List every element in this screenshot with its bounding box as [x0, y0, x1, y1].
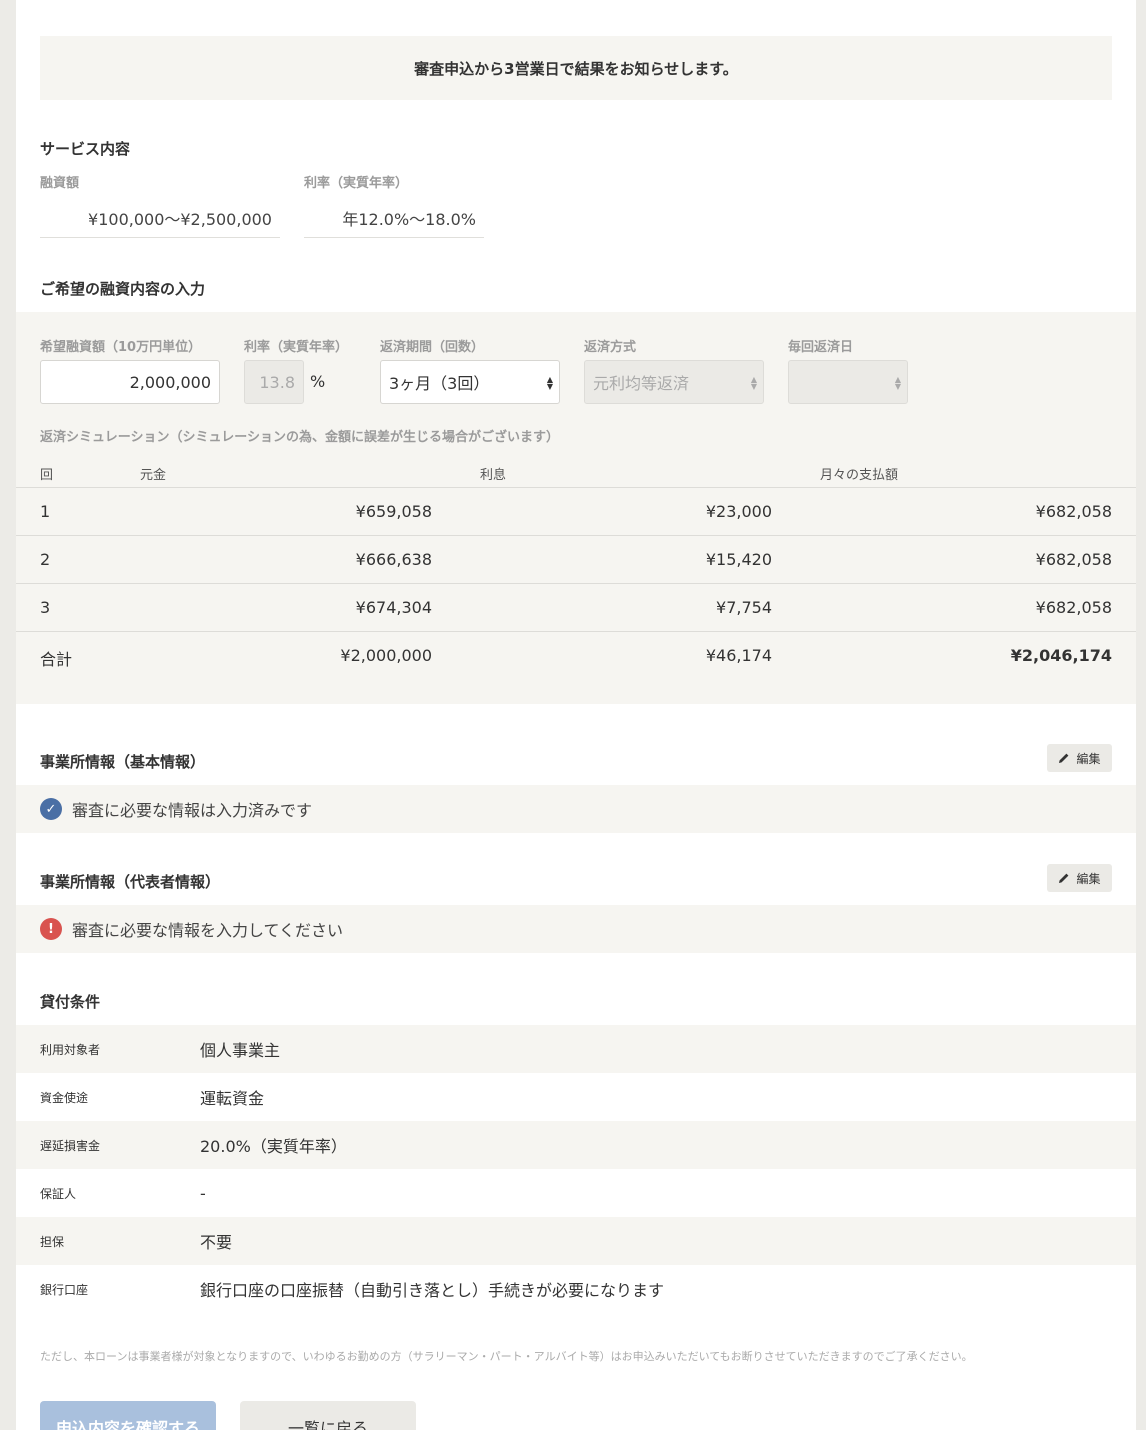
condition-key: 担保 — [40, 1234, 65, 1249]
condition-row: 利用対象者 個人事業主 — [16, 1025, 1136, 1073]
col-header-number: 回 — [40, 468, 54, 483]
cell-interest: ¥15,420 — [705, 550, 772, 569]
cell-monthly: ¥682,058 — [1035, 598, 1112, 617]
cell-principal: ¥659,058 — [355, 502, 432, 521]
col-header-principal: 元金 — [140, 468, 167, 483]
rate-unit: % — [310, 372, 326, 391]
repayment-day-select: ▲ ▼ — [788, 360, 908, 404]
notice-banner: 審査申込から3営業日で結果をお知らせします。 — [40, 36, 1112, 100]
table-row: 2 ¥666,638 ¥15,420 ¥682,058 — [16, 535, 1136, 583]
table-total-row: 合計 ¥2,000,000 ¥46,174 ¥2,046,174 — [16, 631, 1136, 679]
rate-label: 利率（実質年率） — [304, 176, 409, 191]
condition-value: 個人事業主 — [200, 1041, 281, 1060]
select-arrows-icon: ▲ ▼ — [546, 375, 553, 391]
rate-input-value: 13.8 — [259, 372, 295, 392]
confirm-application-button[interactable]: 申込内容を確認する — [40, 1401, 216, 1430]
period-label: 返済期間（回数） — [380, 340, 485, 355]
desired-amount-value: 2,000,000 — [129, 372, 211, 392]
rate-range: 年12.0%〜18.0% — [304, 198, 484, 238]
method-select-value: 元利均等返済 — [593, 374, 690, 393]
input-rate-label: 利率（実質年率） — [244, 340, 349, 355]
condition-value: - — [200, 1183, 206, 1203]
input-section-title: ご希望の融資内容の入力 — [40, 280, 206, 298]
edit-rep-button[interactable]: 編集 — [1047, 864, 1112, 892]
edit-basic-label: 編集 — [1076, 751, 1101, 766]
condition-row: 保証人 - — [16, 1169, 1136, 1217]
edit-basic-button[interactable]: 編集 — [1047, 744, 1112, 772]
method-select: 元利均等返済 ▲ ▼ — [584, 360, 764, 404]
rep-status-text: 審査に必要な情報を入力してください — [72, 921, 344, 940]
cell-principal: ¥674,304 — [355, 598, 432, 617]
condition-row: 担保 不要 — [16, 1217, 1136, 1265]
cell-interest: ¥7,754 — [716, 598, 772, 617]
conditions-title: 貸付条件 — [40, 993, 101, 1011]
condition-key: 保証人 — [40, 1186, 77, 1201]
rate-input: 13.8 — [244, 360, 304, 404]
col-header-interest: 利息 — [480, 468, 507, 483]
loan-application-page: 審査申込から3営業日で結果をお知らせします。 サービス内容 融資額 ¥100,0… — [16, 0, 1136, 1430]
pencil-icon — [1059, 873, 1069, 883]
condition-value: 銀行口座の口座振替（自動引き落とし）手続きが必要になります — [200, 1281, 665, 1300]
select-arrows-icon: ▲ ▼ — [750, 375, 757, 391]
col-header-monthly: 月々の支払額 — [820, 468, 899, 483]
footnote-text: ただし、本ローンは事業者様が対象となりますので、いわゆるお勤めの方（サラリーマン… — [40, 1350, 973, 1363]
repayment-day-label: 毎回返済日 — [788, 340, 854, 355]
desired-amount-label: 希望融資額（10万円単位） — [40, 340, 202, 355]
period-select-value: 3ヶ月（3回） — [389, 374, 490, 393]
alert-circle-icon: ! — [40, 918, 62, 940]
condition-value: 不要 — [200, 1233, 233, 1252]
condition-key: 利用対象者 — [40, 1042, 101, 1057]
cell-number: 3 — [40, 598, 51, 617]
condition-key: 遅延損害金 — [40, 1138, 101, 1153]
table-row: 1 ¥659,058 ¥23,000 ¥682,058 — [16, 487, 1136, 535]
basic-status-row: ✓ 審査に必要な情報は入力済みです — [16, 785, 1136, 833]
condition-value: 20.0%（実質年率） — [200, 1137, 347, 1156]
cell-total-principal: ¥2,000,000 — [340, 646, 432, 665]
condition-key: 資金使途 — [40, 1090, 89, 1105]
condition-key: 銀行口座 — [40, 1282, 89, 1297]
service-section-title: サービス内容 — [40, 140, 131, 158]
loan-amount-label: 融資額 — [40, 176, 80, 191]
office-basic-title: 事業所情報（基本情報） — [40, 753, 206, 771]
pencil-icon — [1059, 753, 1069, 763]
cell-monthly: ¥682,058 — [1035, 550, 1112, 569]
basic-status-text: 審査に必要な情報は入力済みです — [72, 801, 313, 820]
loan-amount-range: ¥100,000〜¥2,500,000 — [40, 198, 280, 238]
cell-number: 2 — [40, 550, 51, 569]
table-row: 3 ¥674,304 ¥7,754 ¥682,058 — [16, 583, 1136, 631]
confirm-button-label: 申込内容を確認する — [55, 1419, 200, 1430]
cell-principal: ¥666,638 — [355, 550, 432, 569]
edit-rep-label: 編集 — [1076, 871, 1101, 886]
cell-total-payment: ¥2,046,174 — [1010, 646, 1112, 665]
condition-row: 資金使途 運転資金 — [16, 1073, 1136, 1121]
method-label: 返済方式 — [584, 340, 637, 355]
back-to-list-button[interactable]: 一覧に戻る — [240, 1401, 416, 1430]
back-button-label: 一覧に戻る — [287, 1419, 368, 1430]
desired-amount-input[interactable]: 2,000,000 — [40, 360, 220, 404]
rep-status-row: ! 審査に必要な情報を入力してください — [16, 905, 1136, 953]
cell-interest: ¥23,000 — [705, 502, 772, 521]
cell-total-interest: ¥46,174 — [705, 646, 772, 665]
cell-monthly: ¥682,058 — [1035, 502, 1112, 521]
condition-value: 運転資金 — [200, 1089, 265, 1108]
check-circle-icon: ✓ — [40, 798, 62, 820]
condition-row: 遅延損害金 20.0%（実質年率） — [16, 1121, 1136, 1169]
cell-number: 1 — [40, 502, 51, 521]
office-rep-title: 事業所情報（代表者情報） — [40, 873, 221, 891]
cell-total-label: 合計 — [40, 650, 73, 669]
select-arrows-icon: ▲ ▼ — [894, 375, 901, 391]
period-select[interactable]: 3ヶ月（3回） ▲ ▼ — [380, 360, 560, 404]
condition-row: 銀行口座 銀行口座の口座振替（自動引き落とし）手続きが必要になります — [16, 1265, 1136, 1313]
simulation-caption: 返済シミュレーション（シミュレーションの為、金額に誤差が生じる場合がございます） — [40, 430, 559, 445]
